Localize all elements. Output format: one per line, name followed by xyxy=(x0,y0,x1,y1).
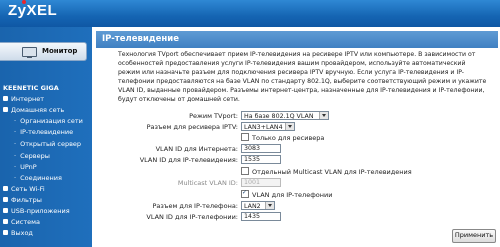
sidebar-item-filters[interactable]: Фильтры xyxy=(3,196,42,204)
logo-dot xyxy=(22,0,26,4)
sidebar-item-iptv[interactable]: IP-телевидение xyxy=(14,128,73,136)
filter-icon xyxy=(3,197,8,202)
chevron-down-icon xyxy=(285,123,294,130)
vlan-internet-label: VLAN ID для Интернета: xyxy=(155,145,238,153)
sidebar-item-open-server[interactable]: Открытый сервер xyxy=(14,140,81,148)
checkbox-box-checked[interactable] xyxy=(241,188,249,198)
phone-port-select[interactable]: LAN2 xyxy=(241,201,275,210)
vlan-internet-input[interactable]: 3083 xyxy=(241,144,281,153)
zyxel-logo: ZyXEL xyxy=(8,2,58,19)
multicast-vlan-checkbox[interactable]: Отдельный Multicast VLAN для IP-телевиде… xyxy=(241,167,412,177)
monitor-tab[interactable]: Монитор xyxy=(0,42,87,61)
home-network-icon xyxy=(3,107,8,112)
sidebar-item-connections[interactable]: Соединения xyxy=(14,174,62,182)
chevron-down-icon xyxy=(265,202,274,209)
iptv-port-select[interactable]: LAN3+LAN4 xyxy=(241,122,295,131)
sidebar-item-usb[interactable]: USB-приложения xyxy=(3,207,70,215)
sidebar-item-wifi[interactable]: Сеть Wi-Fi xyxy=(3,185,45,193)
vlan-iptv-label: VLAN ID для IP-телевидения: xyxy=(139,156,238,164)
vlan-iptv-input[interactable]: 1535 xyxy=(241,155,281,164)
tvport-mode-select[interactable]: На базе 802.1Q VLAN xyxy=(241,111,329,120)
monitor-tab-label: Монитор xyxy=(42,47,78,55)
system-icon xyxy=(3,219,8,224)
monitor-icon xyxy=(22,47,37,58)
chevron-down-icon xyxy=(319,112,328,119)
sidebar: Монитор KEENETIC GIGA Интернет Домашняя … xyxy=(0,27,92,247)
wifi-icon xyxy=(3,186,8,191)
sidebar-item-internet[interactable]: Интернет xyxy=(3,95,44,103)
iptv-port-label: Разъем для ресивера IPTV: xyxy=(146,123,238,131)
voip-vlan-checkbox[interactable]: VLAN для IP-телефонии xyxy=(241,188,332,200)
multicast-vlan-label: Multicast VLAN ID: xyxy=(177,179,238,187)
usb-icon xyxy=(3,208,8,213)
sidebar-item-system[interactable]: Система xyxy=(3,218,40,226)
multicast-vlan-input[interactable]: 1001 xyxy=(241,178,281,187)
phone-port-label: Разъем для IP-телефона: xyxy=(152,202,238,210)
page-title: IP-телевидение xyxy=(96,31,498,48)
sidebar-item-logout[interactable]: Выход xyxy=(3,229,33,237)
sidebar-item-home-network[interactable]: Домашняя сеть xyxy=(3,106,64,114)
checkbox-box[interactable] xyxy=(241,133,249,141)
vlan-phone-input[interactable]: 1435 xyxy=(241,212,281,221)
sidebar-item-servers[interactable]: Серверы xyxy=(14,152,50,160)
apply-button[interactable]: Применить xyxy=(452,229,496,243)
internet-icon xyxy=(3,96,8,101)
sidebar-item-network-org[interactable]: Организация сети xyxy=(14,117,83,125)
top-header: ZyXEL xyxy=(0,0,500,27)
sidebar-item-upnp[interactable]: UPnP xyxy=(14,163,37,171)
tvport-mode-label: Режим TVport: xyxy=(189,112,238,120)
checkbox-box[interactable] xyxy=(241,167,249,175)
device-model: KEENETIC GIGA xyxy=(3,84,59,92)
receiver-only-checkbox[interactable]: Только для ресивера xyxy=(241,133,324,143)
logout-icon xyxy=(3,230,8,235)
vlan-phone-label: VLAN ID для IP-телефонии: xyxy=(146,213,238,221)
description-text: Технология TVport обеспечивает прием IP-… xyxy=(118,51,487,103)
